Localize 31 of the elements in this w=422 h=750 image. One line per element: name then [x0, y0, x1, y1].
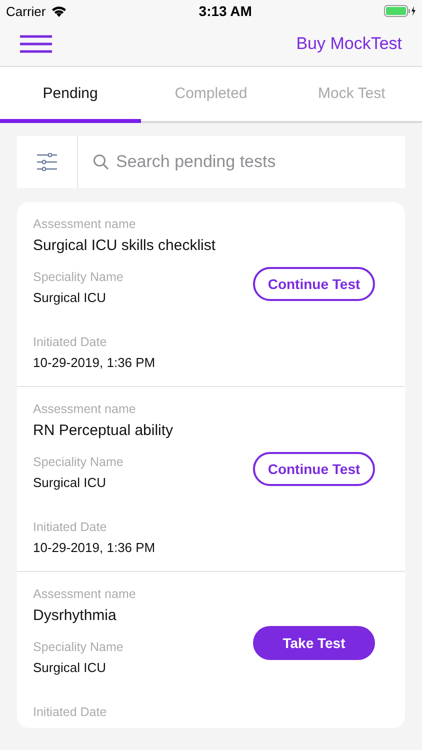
buy-mocktest-link[interactable]: Buy MockTest	[296, 34, 402, 54]
assessment-name: Dysrhythmia	[33, 607, 118, 624]
field-label: Speciality Name	[33, 640, 124, 654]
search-field[interactable]: Search pending tests	[78, 136, 405, 188]
field-label: Initiated Date	[33, 335, 108, 349]
assessment-name: Surgical ICU skills checklist	[33, 237, 217, 254]
battery-icon	[384, 5, 416, 17]
initiated-date: 10-29-2019, 1:36 PM	[33, 540, 156, 555]
field-label: Speciality Name	[33, 270, 124, 284]
speciality-name: Surgical ICU	[33, 660, 107, 675]
clock-time: 3:13 AM	[198, 3, 252, 19]
test-button[interactable]: Continue Test	[253, 452, 375, 486]
speciality-name: Surgical ICU	[33, 475, 107, 490]
search-icon	[93, 154, 109, 170]
test-button[interactable]: Continue Test	[253, 266, 375, 300]
wifi-icon	[50, 5, 67, 17]
field-label: Assessment name	[33, 402, 137, 416]
assessment-name: RN Perceptual ability	[33, 422, 174, 439]
carrier-label: Carrier	[6, 4, 46, 18]
field-label: Assessment name	[33, 587, 137, 601]
sliders-icon	[37, 153, 57, 171]
tab[interactable]: Pending	[0, 67, 141, 123]
initiated-date: 10-29-2019, 1:36 PM	[33, 355, 156, 370]
field-label: Speciality Name	[33, 455, 124, 469]
field-label: Assessment name	[33, 217, 137, 231]
filter-button[interactable]	[17, 136, 78, 188]
field-label: Initiated Date	[33, 705, 108, 719]
field-label: Initiated Date	[33, 520, 108, 534]
menu-icon[interactable]	[20, 35, 52, 53]
test-button[interactable]: Take Test	[253, 626, 375, 660]
speciality-name: Surgical ICU	[33, 290, 107, 305]
